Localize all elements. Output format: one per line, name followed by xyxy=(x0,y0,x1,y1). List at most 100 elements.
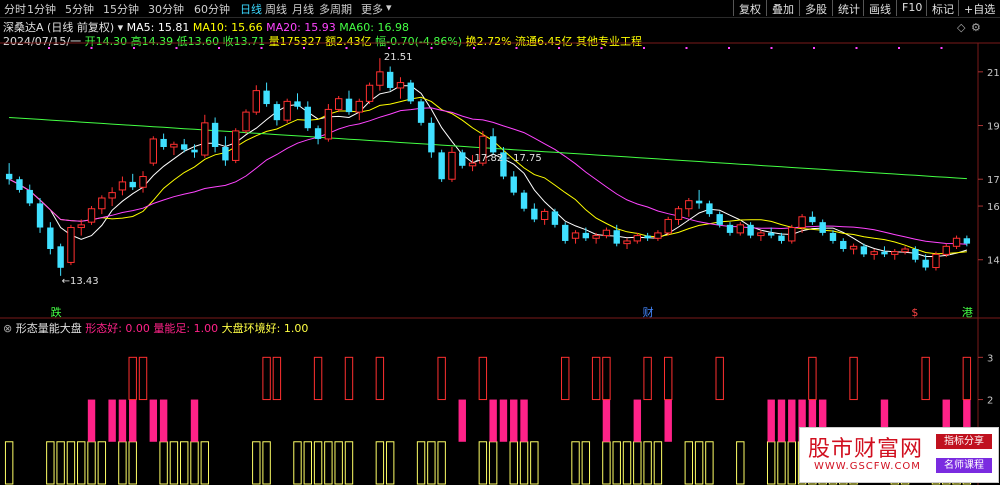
bar-market xyxy=(684,441,694,485)
bar-market xyxy=(777,441,786,485)
bar-market xyxy=(385,441,395,485)
bar-volume xyxy=(118,399,127,442)
candle xyxy=(726,222,734,236)
watermark-tag-share: 指标分享 xyxy=(936,434,992,449)
gear-icon[interactable]: ⚙ xyxy=(971,21,981,34)
candlestick-chart[interactable]: 14 16 17 19 21 21.51 ←13.43 17.82 - 17.75 跌 财 $ 港 ◇… xyxy=(0,0,1000,485)
candle xyxy=(623,238,631,249)
candle xyxy=(160,133,167,150)
candle xyxy=(510,171,517,196)
bar-market xyxy=(97,441,107,485)
bar-pattern xyxy=(272,356,282,401)
candle xyxy=(201,114,209,158)
bar-market xyxy=(56,441,65,485)
bar-market xyxy=(169,441,179,485)
candle xyxy=(355,98,363,121)
bar-market xyxy=(375,441,385,485)
candle xyxy=(685,198,693,217)
bar-market xyxy=(519,441,529,485)
watermark-name: 股市财富网 xyxy=(808,437,924,462)
marker-dot xyxy=(855,47,858,49)
annotations: 21.51 ←13.43 17.82 - 17.75 跌 财 $ 港 ◇ ⚙ xyxy=(51,21,981,319)
diamond-icon[interactable]: ◇ xyxy=(957,21,966,34)
indicator-label-2: 大盘环境好: 1.00 xyxy=(218,322,309,335)
bar-market xyxy=(324,441,333,485)
indicator-label-1: 量能足: 1.00 xyxy=(149,322,219,335)
candle xyxy=(252,85,260,115)
bar-market xyxy=(705,441,714,485)
marker-dot xyxy=(260,47,263,49)
bar-volume xyxy=(108,399,116,442)
bar-volume xyxy=(489,399,497,442)
bar-market xyxy=(262,441,271,485)
event-marker-1[interactable]: 财 xyxy=(643,305,654,319)
annotation-high: 21.51 xyxy=(384,52,413,63)
bar-volume xyxy=(664,399,672,442)
marker-dot xyxy=(643,47,645,49)
bar-volume xyxy=(159,399,168,442)
candle xyxy=(582,227,590,241)
bar-market xyxy=(252,441,261,485)
bar-market xyxy=(571,441,580,485)
candle xyxy=(654,230,662,241)
candle xyxy=(324,104,333,142)
candle xyxy=(334,96,343,113)
candle xyxy=(819,219,826,236)
bar-market xyxy=(46,441,55,485)
candle xyxy=(232,128,240,164)
bar-market xyxy=(736,441,745,485)
candle xyxy=(149,136,158,166)
candle xyxy=(849,243,858,255)
candles xyxy=(5,58,971,276)
candle xyxy=(5,163,13,185)
candle xyxy=(139,171,147,193)
bar-pattern xyxy=(478,356,488,401)
bar-volume xyxy=(499,399,508,442)
bar-market xyxy=(344,441,354,485)
candle xyxy=(551,208,559,228)
candle xyxy=(77,219,85,236)
candle xyxy=(788,224,796,244)
bar-pattern xyxy=(138,356,148,401)
bar-market xyxy=(694,441,704,485)
candle xyxy=(273,101,281,126)
event-marker-2[interactable]: $ xyxy=(911,306,918,319)
marker-dot xyxy=(48,47,50,49)
bar-pattern xyxy=(128,356,137,401)
marker-dot xyxy=(558,47,560,49)
event-marker-0[interactable]: 跌 xyxy=(51,305,62,319)
marker-dot xyxy=(515,47,518,49)
candle xyxy=(438,149,445,182)
candle xyxy=(459,149,466,169)
y-tick-label-0: 14 xyxy=(987,256,1000,267)
candle xyxy=(263,82,270,107)
candle xyxy=(129,173,136,190)
candle xyxy=(345,90,353,115)
bar-market xyxy=(190,441,199,485)
bar-pattern xyxy=(561,356,570,401)
marker-dot xyxy=(898,47,900,49)
bar-market xyxy=(653,441,663,485)
bar-pattern xyxy=(664,356,673,401)
bar-market xyxy=(159,441,168,485)
bar-volume xyxy=(767,399,775,442)
bar-volume xyxy=(129,399,137,442)
bar-market xyxy=(200,441,210,485)
bar-market xyxy=(118,441,127,485)
bar-market xyxy=(334,441,343,485)
bar-market xyxy=(509,441,518,485)
candle xyxy=(365,82,374,105)
bar-market xyxy=(293,441,302,485)
candle xyxy=(767,227,775,239)
close-icon[interactable]: ⊗ xyxy=(3,322,12,335)
event-marker-3[interactable]: 港 xyxy=(962,306,973,319)
marker-dot xyxy=(600,47,603,49)
bar-market xyxy=(416,441,426,485)
bar-market xyxy=(622,441,632,485)
bar-market xyxy=(787,441,796,485)
annotation-range: 17.82 - 17.75 xyxy=(475,153,542,164)
annotation-low: ←13.43 xyxy=(62,276,99,287)
bar-volume xyxy=(149,399,158,442)
indicator-label-0: 形态好: 0.00 xyxy=(85,322,150,335)
y-tick-label-4: 21 xyxy=(987,68,1000,79)
